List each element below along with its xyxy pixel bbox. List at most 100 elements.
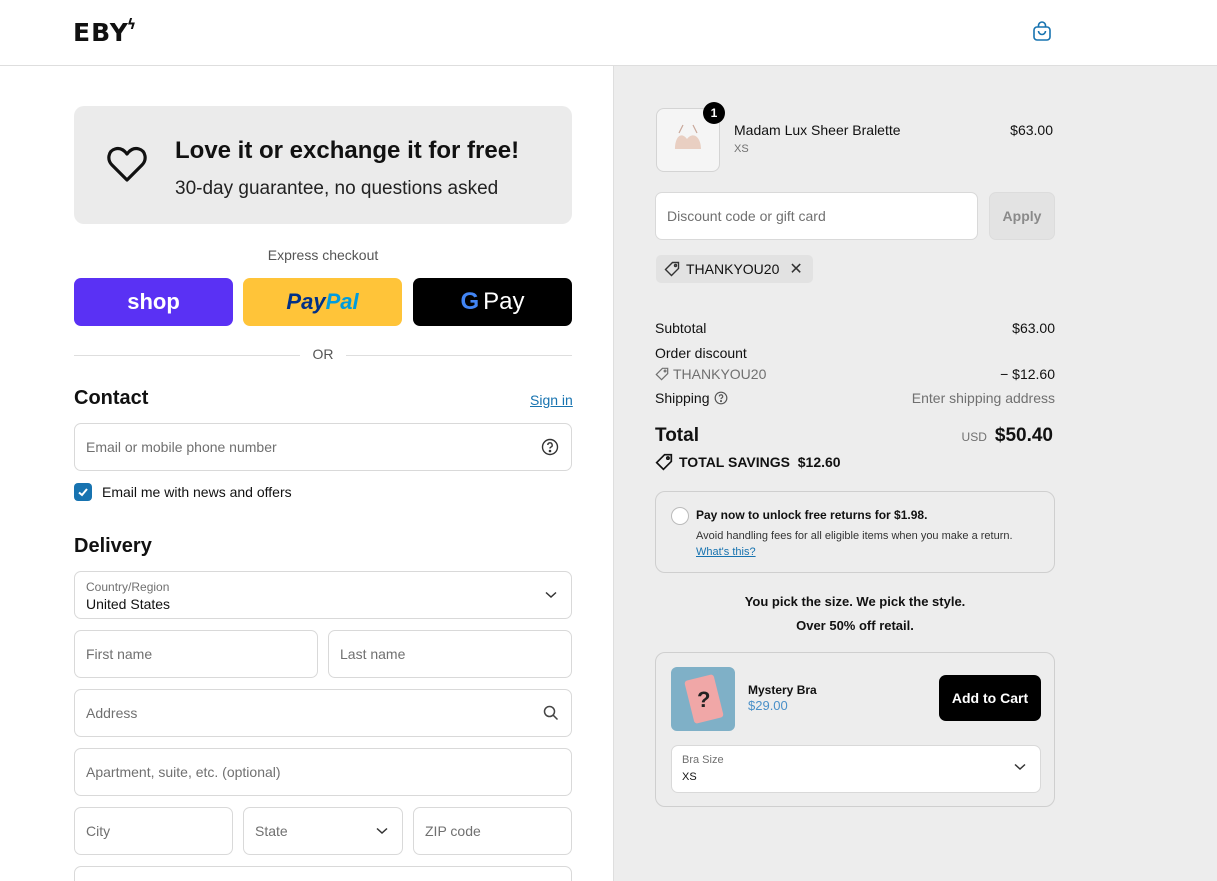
discount-placeholder: Discount code or gift card <box>667 208 826 224</box>
sign-in-link[interactable]: Sign in <box>530 392 573 408</box>
state-placeholder: State <box>255 823 288 839</box>
quantity-badge: 1 <box>703 102 725 124</box>
country-value: United States <box>86 596 171 612</box>
svg-text:?: ? <box>697 687 710 712</box>
header: EBYϟ <box>0 0 1217 66</box>
help-icon[interactable] <box>714 391 728 405</box>
address-placeholder: Address <box>86 705 138 721</box>
first-name-field[interactable]: First name <box>74 630 318 678</box>
order-discount-label: Order discount <box>655 345 747 361</box>
remove-code-icon[interactable]: ✕ <box>789 259 802 279</box>
savings-value: $12.60 <box>797 454 841 470</box>
paypal-label-part1: Pay <box>286 289 326 314</box>
free-returns-title: Pay now to unlock free returns for $1.98… <box>696 508 928 522</box>
city-field[interactable]: City <box>74 807 233 855</box>
applied-discount-chip: THANKYOU20 ✕ <box>656 255 813 283</box>
chevron-down-icon <box>376 827 388 835</box>
bra-size-label: Bra Size <box>682 754 724 766</box>
google-pay-label: Pay <box>483 288 525 315</box>
chevron-down-icon <box>545 591 557 599</box>
upsell-headline: You pick the size. We pick the style. <box>744 594 966 609</box>
shop-pay-button[interactable]: shop <box>74 278 233 326</box>
paypal-label-part2: Pal <box>325 289 359 314</box>
guarantee-subtitle: 30-day guarantee, no questions asked <box>175 178 499 199</box>
google-g-icon: G <box>460 288 480 315</box>
newsletter-checkbox[interactable] <box>74 483 92 501</box>
check-icon <box>78 488 88 497</box>
first-name-placeholder: First name <box>86 646 153 662</box>
product-variant: XS <box>734 143 749 155</box>
discount-code-input[interactable]: Discount code or gift card <box>655 192 978 240</box>
delivery-title: Delivery <box>74 535 152 557</box>
divider-line <box>346 355 572 356</box>
applied-code: THANKYOU20 <box>686 261 780 277</box>
phone-field[interactable] <box>74 866 572 881</box>
bra-size-select[interactable]: Bra Size XS <box>671 745 1041 793</box>
last-name-placeholder: Last name <box>340 646 406 662</box>
savings-label: TOTAL SAVINGS <box>679 454 790 470</box>
state-select[interactable]: State <box>243 807 403 855</box>
heart-icon <box>107 146 147 182</box>
order-summary: 1 Madam Lux Sheer Bralette XS $63.00 Dis… <box>613 66 1217 881</box>
tag-icon <box>664 261 680 277</box>
paypal-button[interactable]: Pay Pal <box>243 278 402 326</box>
apartment-placeholder: Apartment, suite, etc. (optional) <box>86 764 281 780</box>
shopping-bag-icon[interactable] <box>1030 19 1054 43</box>
newsletter-label: Email me with news and offers <box>102 484 292 500</box>
shop-pay-label: shop <box>127 289 180 314</box>
discount-code-label: THANKYOU20 <box>655 366 766 382</box>
last-name-field[interactable]: Last name <box>328 630 572 678</box>
upsell-product-price: $29.00 <box>748 698 788 713</box>
email-field[interactable]: Email or mobile phone number <box>74 423 572 471</box>
bra-size-value: XS <box>682 771 697 783</box>
or-divider: OR <box>74 346 572 366</box>
country-select[interactable]: Country/Region United States <box>74 571 572 619</box>
product-name: Madam Lux Sheer Bralette <box>734 122 901 138</box>
total-label: Total <box>655 425 699 446</box>
total-savings: TOTAL SAVINGS $12.60 <box>655 453 841 471</box>
brand-logo[interactable]: EBYϟ <box>73 17 139 47</box>
logo-bolt: ϟ <box>126 17 138 33</box>
upsell-subline: Over 50% off retail. <box>796 618 914 633</box>
guarantee-banner: Love it or exchange it for free! 30-day … <box>74 106 572 224</box>
tag-icon <box>655 367 669 381</box>
checkout-form: Love it or exchange it for free! 30-day … <box>0 66 613 881</box>
shipping-value: Enter shipping address <box>911 390 1055 406</box>
address-field[interactable]: Address <box>74 689 572 737</box>
mystery-bra-image: ? <box>671 667 735 731</box>
country-label: Country/Region <box>86 580 170 594</box>
apartment-field[interactable]: Apartment, suite, etc. (optional) <box>74 748 572 796</box>
chevron-down-icon <box>1014 763 1026 771</box>
zip-field[interactable]: ZIP code <box>413 807 572 855</box>
total-value: $50.40 <box>994 425 1053 446</box>
subtotal-value: $63.00 <box>1012 320 1055 336</box>
contact-title: Contact <box>74 387 149 409</box>
google-pay-button[interactable]: G Pay <box>413 278 572 326</box>
upsell-product-name: Mystery Bra <box>748 683 817 697</box>
total-amount: USD $50.40 <box>962 425 1053 447</box>
free-returns-checkbox[interactable] <box>671 507 689 525</box>
newsletter-option[interactable]: Email me with news and offers <box>74 483 292 501</box>
search-icon <box>543 705 559 721</box>
express-checkout-label: Express checkout <box>267 247 379 263</box>
apply-discount-button[interactable]: Apply <box>989 192 1055 240</box>
upsell-card: ? Mystery Bra $29.00 Add to Cart Bra Siz… <box>655 652 1055 807</box>
subtotal-label: Subtotal <box>655 320 707 336</box>
logo-text: EBY <box>73 18 129 47</box>
discount-value: − $12.60 <box>1000 366 1055 382</box>
whats-this-link[interactable]: What's this? <box>696 546 756 558</box>
shipping-label: Shipping <box>655 390 728 406</box>
email-placeholder: Email or mobile phone number <box>86 439 277 455</box>
product-price: $63.00 <box>1010 122 1053 138</box>
city-placeholder: City <box>86 823 111 839</box>
or-label: OR <box>312 346 334 362</box>
currency-code: USD <box>961 430 987 444</box>
mystery-package-icon: ? <box>684 674 724 724</box>
free-returns-offer: Pay now to unlock free returns for $1.98… <box>655 491 1055 573</box>
guarantee-title: Love it or exchange it for free! <box>175 137 520 164</box>
add-to-cart-button[interactable]: Add to Cart <box>939 675 1041 721</box>
help-icon[interactable] <box>541 438 559 456</box>
zip-placeholder: ZIP code <box>425 823 481 839</box>
tag-icon <box>655 453 673 471</box>
free-returns-description: Avoid handling fees for all eligible ite… <box>696 530 1013 558</box>
